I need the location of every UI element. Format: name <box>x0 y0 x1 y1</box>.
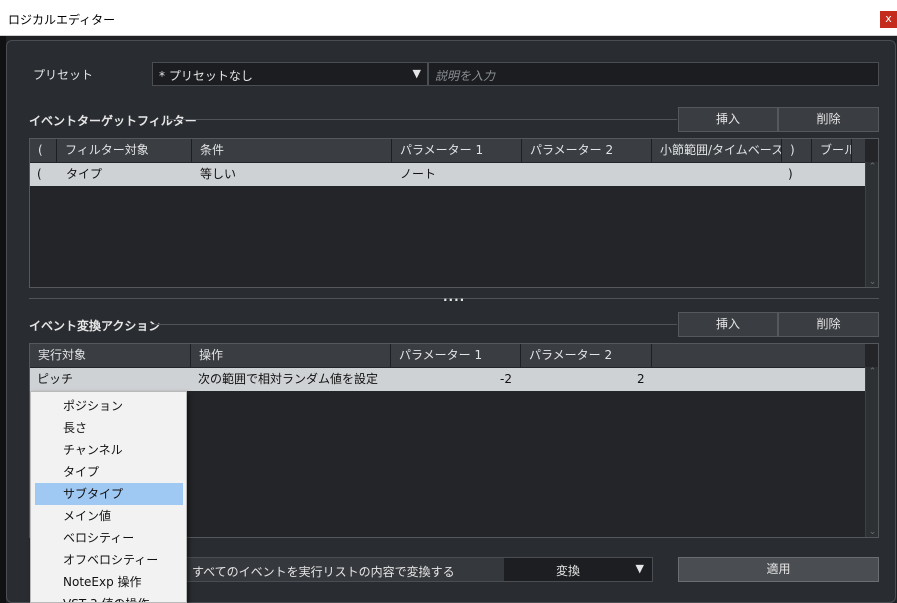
function-select[interactable]: すべてのイベントを実行リストの内容で変換する 変換 ▼ <box>183 557 653 582</box>
preset-label: プリセット <box>33 68 94 82</box>
filter-table: ( フィルター対象 条件 パラメーター 1 パラメーター 2 小節範囲/タイムベ… <box>29 138 879 288</box>
preset-value: * プリセットなし <box>159 69 253 83</box>
action-insert-button[interactable]: 挿入 <box>678 312 778 337</box>
column-header <box>652 344 865 367</box>
column-header[interactable]: ( <box>30 139 57 162</box>
cell[interactable]: ピッチ <box>37 368 73 391</box>
menu-item[interactable]: ポジション <box>35 395 183 417</box>
cell[interactable]: ノート <box>400 163 436 186</box>
target-dropdown-menu: ポジション 長さ チャンネル タイプ サブタイプ メイン値 ベロシティー オフベ… <box>30 391 187 603</box>
scroll-up-icon[interactable]: ⌃ <box>866 162 879 172</box>
menu-item[interactable]: 長さ <box>35 417 183 439</box>
column-header[interactable]: フィルター対象 <box>57 139 192 162</box>
action-section-title: イベント変換アクション <box>29 319 161 333</box>
filter-scrollbar[interactable]: ⌃ ⌄ <box>865 162 878 287</box>
menu-item[interactable]: NoteExp 操作 <box>35 571 183 593</box>
table-row[interactable]: ピッチ 次の範囲で相対ランダム値を設定 -2 2 <box>30 368 865 391</box>
menu-item-selected[interactable]: サブタイプ <box>35 483 183 505</box>
cell[interactable]: 次の範囲で相対ランダム値を設定 <box>198 368 378 391</box>
menu-item[interactable]: メイン値 <box>35 505 183 527</box>
column-header[interactable]: 操作 <box>191 344 391 367</box>
column-header[interactable]: 条件 <box>192 139 392 162</box>
mode-value: 変換 <box>556 564 581 578</box>
menu-item[interactable]: チャンネル <box>35 439 183 461</box>
filter-table-header: ( フィルター対象 条件 パラメーター 1 パラメーター 2 小節範囲/タイムベ… <box>30 139 865 162</box>
chevron-down-icon: ▼ <box>635 562 644 575</box>
action-table-header: 実行対象 操作 パラメーター 1 パラメーター 2 <box>30 344 865 367</box>
column-header[interactable]: パラメーター 1 <box>392 139 522 162</box>
action-scrollbar[interactable]: ⌃ ⌄ <box>865 367 878 537</box>
menu-item[interactable]: タイプ <box>35 461 183 483</box>
scroll-up-icon[interactable]: ⌃ <box>866 367 879 377</box>
filter-section-title: イベントターゲットフィルター <box>29 114 197 128</box>
filter-delete-button[interactable]: 削除 <box>778 107 879 132</box>
menu-item[interactable]: オフベロシティー <box>35 549 183 571</box>
cell[interactable]: ) <box>788 163 793 186</box>
cell[interactable]: 2 <box>637 368 645 391</box>
scroll-down-icon[interactable]: ⌄ <box>866 527 879 537</box>
preset-select[interactable]: * プリセットなし ▼ <box>152 62 428 86</box>
filter-insert-button[interactable]: 挿入 <box>678 107 778 132</box>
column-header[interactable]: パラメーター 1 <box>391 344 521 367</box>
description-field[interactable]: 説明を入力 <box>428 62 879 86</box>
column-header[interactable]: ブール <box>812 139 852 162</box>
menu-item[interactable]: VST 3 値の操作 <box>35 593 183 602</box>
apply-button[interactable]: 適用 <box>678 557 879 582</box>
description-placeholder: 説明を入力 <box>435 69 496 83</box>
close-button[interactable]: x <box>880 11 897 28</box>
column-header[interactable]: パラメーター 2 <box>522 139 652 162</box>
table-row[interactable]: ( タイプ 等しい ノート ) <box>30 163 865 186</box>
function-text: すべてのイベントを実行リストの内容で変換する <box>192 565 455 579</box>
column-header[interactable]: パラメーター 2 <box>521 344 652 367</box>
action-delete-button[interactable]: 削除 <box>778 312 879 337</box>
mode-select[interactable]: 変換 ▼ <box>504 558 652 581</box>
divider <box>167 119 677 120</box>
divider <box>151 324 677 325</box>
cell[interactable]: タイプ <box>66 163 102 186</box>
scroll-down-icon[interactable]: ⌄ <box>866 277 879 287</box>
chevron-down-icon: ▼ <box>412 67 421 80</box>
cell[interactable]: -2 <box>500 368 512 391</box>
column-header[interactable]: ) <box>782 139 812 162</box>
menu-item[interactable]: ベロシティー <box>35 527 183 549</box>
cell[interactable]: 等しい <box>200 163 236 186</box>
splitter-handle[interactable]: .... <box>443 290 465 304</box>
cell[interactable]: ( <box>37 163 42 186</box>
title-bar: ロジカルエディター x <box>0 0 897 36</box>
column-header[interactable]: 実行対象 <box>30 344 191 367</box>
column-header[interactable]: 小節範囲/タイムベース <box>652 139 782 162</box>
window-title: ロジカルエディター <box>8 13 116 27</box>
